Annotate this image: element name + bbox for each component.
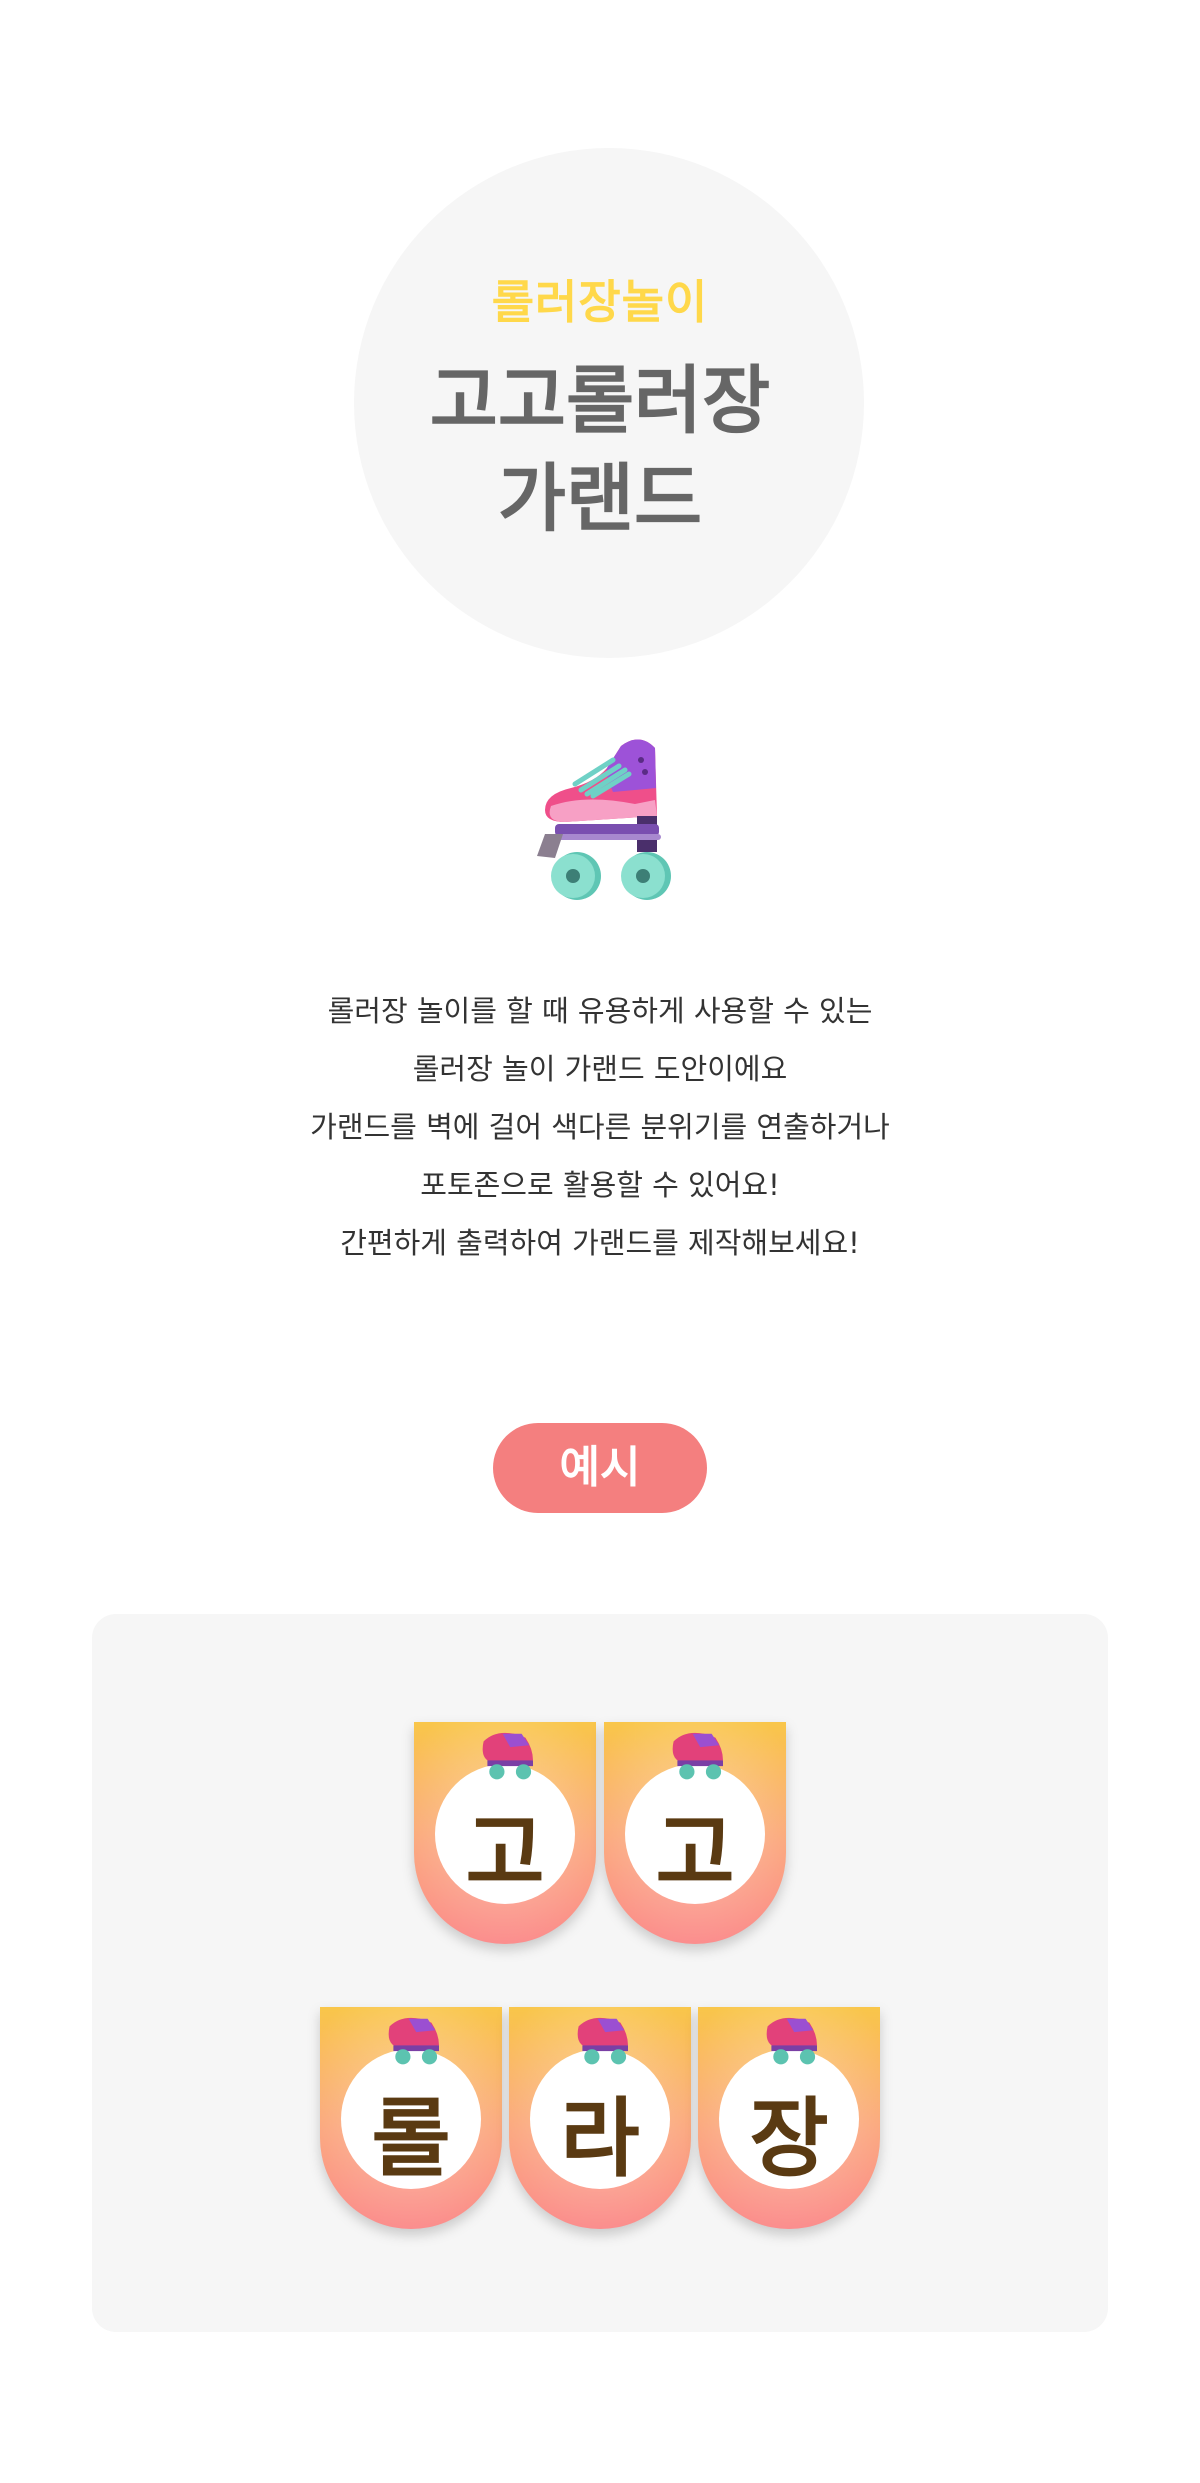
garland-flag: 라	[509, 2007, 691, 2229]
garland-letter: 장	[749, 2089, 829, 2189]
description-line: 간편하게 출력하여 가랜드를 제작해보세요!	[340, 1226, 860, 1260]
description-line: 가랜드를 벽에 걸어 색다른 분위기를 연출하거나	[310, 1110, 890, 1144]
roller-skate-icon	[515, 730, 695, 915]
garland-flag: 롤	[320, 2007, 502, 2229]
example-button[interactable]: 예시	[493, 1423, 707, 1513]
garland-flag: 고	[604, 1722, 786, 1944]
garland-letter: 고	[465, 1804, 545, 1904]
page-title: 고고롤러장 가랜드	[0, 352, 1200, 548]
description: 롤러장 놀이를 할 때 유용하게 사용할 수 있는 롤러장 놀이 가랜드 도안이…	[0, 982, 1200, 1272]
garland-letter: 고	[655, 1804, 735, 1904]
garland-flag: 장	[698, 2007, 880, 2229]
garland-letter: 롤	[371, 2089, 451, 2189]
garland-flag: 고	[414, 1722, 596, 1944]
description-line: 롤러장 놀이를 할 때 유용하게 사용할 수 있는	[327, 994, 873, 1028]
description-line: 롤러장 놀이 가랜드 도안이에요	[412, 1052, 788, 1086]
description-line: 포토존으로 활용할 수 있어요!	[420, 1168, 780, 1202]
garland-letter: 라	[560, 2089, 640, 2189]
hero-subtitle: 롤러장놀이	[491, 275, 709, 329]
page-title-line1: 고고롤러장	[429, 358, 771, 444]
page-title-line2: 가랜드	[497, 456, 703, 542]
